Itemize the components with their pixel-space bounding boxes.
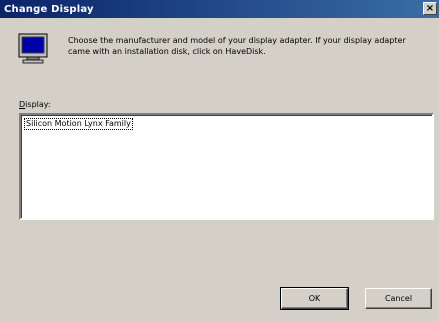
display-label-text: isplay:: [25, 100, 51, 109]
list-item[interactable]: Silicon Motion Lynx Family: [24, 118, 133, 130]
window-title: Change Display: [4, 3, 94, 15]
close-button[interactable]: ×: [423, 2, 437, 15]
ok-button[interactable]: OK: [280, 287, 349, 310]
instructions-text: Choose the manufacturer and model of you…: [68, 36, 406, 56]
display-label: Display:: [19, 100, 51, 109]
display-listbox[interactable]: Silicon Motion Lynx Family: [19, 113, 434, 220]
cancel-button[interactable]: Cancel: [365, 288, 432, 309]
listbox-inner: Silicon Motion Lynx Family: [21, 115, 432, 218]
monitor-icon: [18, 33, 48, 64]
close-icon: ×: [425, 2, 435, 14]
title-bar[interactable]: Change Display ×: [0, 0, 439, 18]
change-display-dialog: Change Display × Choose the manufacturer…: [0, 0, 439, 321]
